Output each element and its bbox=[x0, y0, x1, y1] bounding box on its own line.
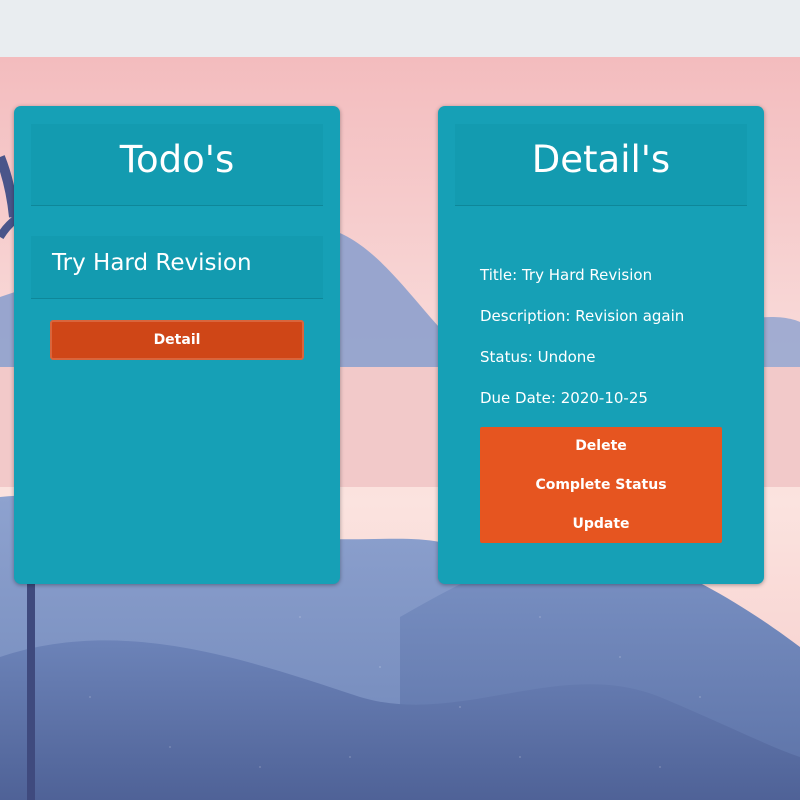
top-bar bbox=[0, 0, 800, 57]
detail-due-date-line: Due Date: 2020-10-25 bbox=[480, 389, 648, 407]
detail-title-line: Title: Try Hard Revision bbox=[480, 266, 653, 284]
update-button[interactable]: Update bbox=[480, 505, 722, 544]
todo-item-title: Try Hard Revision bbox=[52, 250, 252, 276]
detail-actions: Delete Complete Status Update bbox=[480, 427, 722, 543]
details-card: Detail's Title: Try Hard Revision Descri… bbox=[438, 106, 764, 584]
details-card-header: Detail's bbox=[455, 124, 747, 206]
todos-title: Todo's bbox=[119, 138, 235, 181]
complete-status-button[interactable]: Complete Status bbox=[480, 466, 722, 505]
details-title: Detail's bbox=[531, 138, 671, 181]
todo-detail-button[interactable]: Detail bbox=[50, 320, 304, 360]
delete-button[interactable]: Delete bbox=[480, 427, 722, 466]
detail-description-line: Description: Revision again bbox=[480, 307, 685, 325]
todo-list-item: Try Hard Revision bbox=[31, 236, 323, 299]
todos-card-header: Todo's bbox=[31, 124, 323, 206]
todos-card: Todo's Try Hard Revision Detail bbox=[14, 106, 340, 584]
detail-status-line: Status: Undone bbox=[480, 348, 596, 366]
